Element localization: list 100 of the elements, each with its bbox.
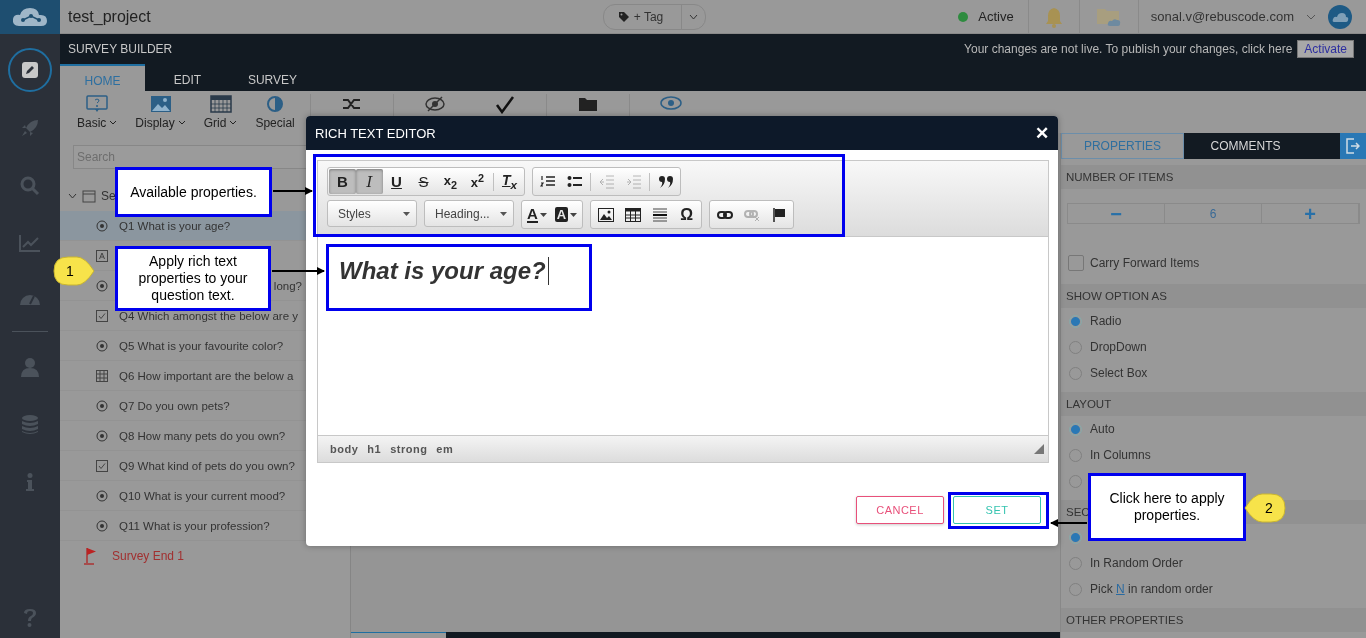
project-name: test_project	[68, 7, 151, 26]
radio-icon	[96, 429, 108, 442]
dialog-title: RICH TEXT EDITOR	[315, 125, 437, 141]
ribbon-tab[interactable]: EDIT	[145, 64, 230, 91]
chevron-icon[interactable]	[68, 193, 77, 199]
radio-icon	[96, 339, 108, 352]
bulleted-list-icon	[566, 174, 583, 189]
ribbon-tab[interactable]: SURVEY	[230, 64, 315, 91]
status-dot	[958, 11, 969, 22]
checkbox-icon	[96, 309, 108, 322]
callout-text: Apply rich text properties to your question text.	[137, 253, 249, 304]
question-label: Q11 What is your profession?	[119, 519, 270, 532]
step-badge: 1	[53, 256, 95, 286]
radio-icon	[96, 279, 108, 292]
edit-nav-button[interactable]	[8, 48, 52, 92]
page-icon	[82, 189, 96, 203]
arrow	[272, 187, 313, 195]
user-icon[interactable]	[21, 357, 39, 377]
radio-button[interactable]	[1069, 314, 1082, 328]
bell-icon[interactable]	[1044, 5, 1063, 28]
ribbon-button[interactable]: Display	[126, 94, 195, 130]
chevron-icon	[109, 120, 118, 125]
caret-icon	[403, 211, 410, 216]
section-label[interactable]: Se	[101, 189, 116, 203]
question-icon	[86, 94, 109, 113]
info-icon[interactable]	[26, 473, 34, 491]
tag-button[interactable]: + Tag	[602, 3, 707, 30]
chevron-icon	[177, 120, 186, 125]
checkbox-icon	[96, 459, 108, 472]
question-label: Q10 What is your current mood?	[119, 489, 286, 502]
ribbon-button[interactable]: Grid	[194, 94, 247, 130]
panel-tab[interactable]: COMMENTS	[1184, 133, 1307, 159]
eye-icon[interactable]	[659, 96, 682, 110]
radio-button[interactable]	[1069, 530, 1082, 544]
ribbon-button[interactable]: Special	[246, 94, 304, 130]
activate-button[interactable]: Activate	[1297, 40, 1354, 58]
eye-slash-icon[interactable]	[423, 96, 446, 112]
background-color-button[interactable]: A	[550, 202, 582, 227]
caret-icon	[539, 212, 547, 217]
underline-button[interactable]: U	[383, 169, 410, 194]
special-char-button[interactable]: Ω	[673, 202, 701, 227]
horizontal-line-icon	[651, 207, 668, 222]
element-path-link[interactable]: h1	[367, 443, 382, 455]
shuffle-icon[interactable]	[341, 96, 362, 112]
folder-cloud-icon[interactable]	[1095, 6, 1122, 27]
question-heading[interactable]: What is your age?	[339, 257, 546, 285]
element-path-link[interactable]: strong	[390, 443, 428, 455]
folder-icon[interactable]	[577, 96, 598, 112]
caret-icon	[570, 212, 578, 217]
question-label: long?	[273, 279, 302, 292]
format-dropdown[interactable]: Heading...	[424, 200, 514, 227]
rocket-icon[interactable]	[20, 118, 40, 138]
flag-icon	[84, 547, 98, 565]
question-label: Q8 How many pets do you own?	[119, 429, 286, 442]
check-icon[interactable]	[494, 96, 515, 114]
clear-format-button[interactable]: T$_{x}$	[496, 169, 523, 194]
chevron-icon	[229, 120, 238, 125]
pencil-icon	[21, 61, 39, 79]
text-color-button[interactable]: A	[523, 202, 551, 227]
caret-icon	[500, 211, 507, 216]
search-icon[interactable]	[20, 176, 40, 196]
arrow	[271, 267, 325, 275]
option-label: Auto	[1090, 422, 1115, 436]
user-email[interactable]: sonal.v@rebuscode.com	[1150, 9, 1294, 24]
flag-icon	[770, 207, 787, 222]
radio-icon	[96, 219, 108, 232]
logo-block[interactable]	[0, 0, 60, 34]
question-label: Q7 Do you own pets?	[119, 399, 230, 412]
callout-text: Click here to apply properties.	[1108, 490, 1226, 524]
section-title: SHOW OPTION AS	[1066, 290, 1167, 302]
resize-grip-icon[interactable]	[1034, 444, 1044, 454]
quote-icon	[657, 174, 674, 189]
subscript-button[interactable]: x$_{2}$	[437, 169, 464, 194]
format-dropdown[interactable]: Styles	[327, 200, 417, 227]
section-title: NUMBER OF ITEMS	[1066, 171, 1174, 183]
avatar-icon[interactable]	[1328, 4, 1352, 29]
checkbox-label: Carry Forward Items	[1090, 256, 1200, 270]
superscript-button[interactable]: x$^{2}$	[464, 169, 491, 194]
chart-icon[interactable]	[19, 234, 41, 252]
checkbox[interactable]	[1068, 255, 1084, 271]
help-icon[interactable]	[23, 608, 37, 628]
italic-button[interactable]: I	[356, 169, 383, 194]
cancel-button[interactable]: CANCEL	[856, 496, 944, 524]
ribbon-button[interactable]: Basic	[68, 94, 127, 130]
strike-button[interactable]: S	[410, 169, 437, 194]
element-path-link[interactable]: em	[436, 443, 454, 455]
option-label: Pick N in random order	[1090, 582, 1213, 596]
radio-icon	[96, 399, 108, 412]
bold-button[interactable]: B	[329, 169, 356, 194]
section-title: OTHER PROPERTIES	[1066, 614, 1184, 626]
close-button[interactable]: ✕	[1035, 122, 1049, 144]
image-icon	[597, 207, 614, 222]
exit-button[interactable]	[1340, 133, 1366, 159]
section-title: LAYOUT	[1066, 398, 1112, 410]
radio-button[interactable]	[1069, 422, 1082, 436]
numbered-list-icon	[539, 174, 556, 189]
radio-icon	[96, 519, 108, 532]
database-icon[interactable]	[21, 415, 39, 435]
caret-icon[interactable]	[1306, 13, 1316, 20]
text-field-icon	[96, 249, 108, 262]
